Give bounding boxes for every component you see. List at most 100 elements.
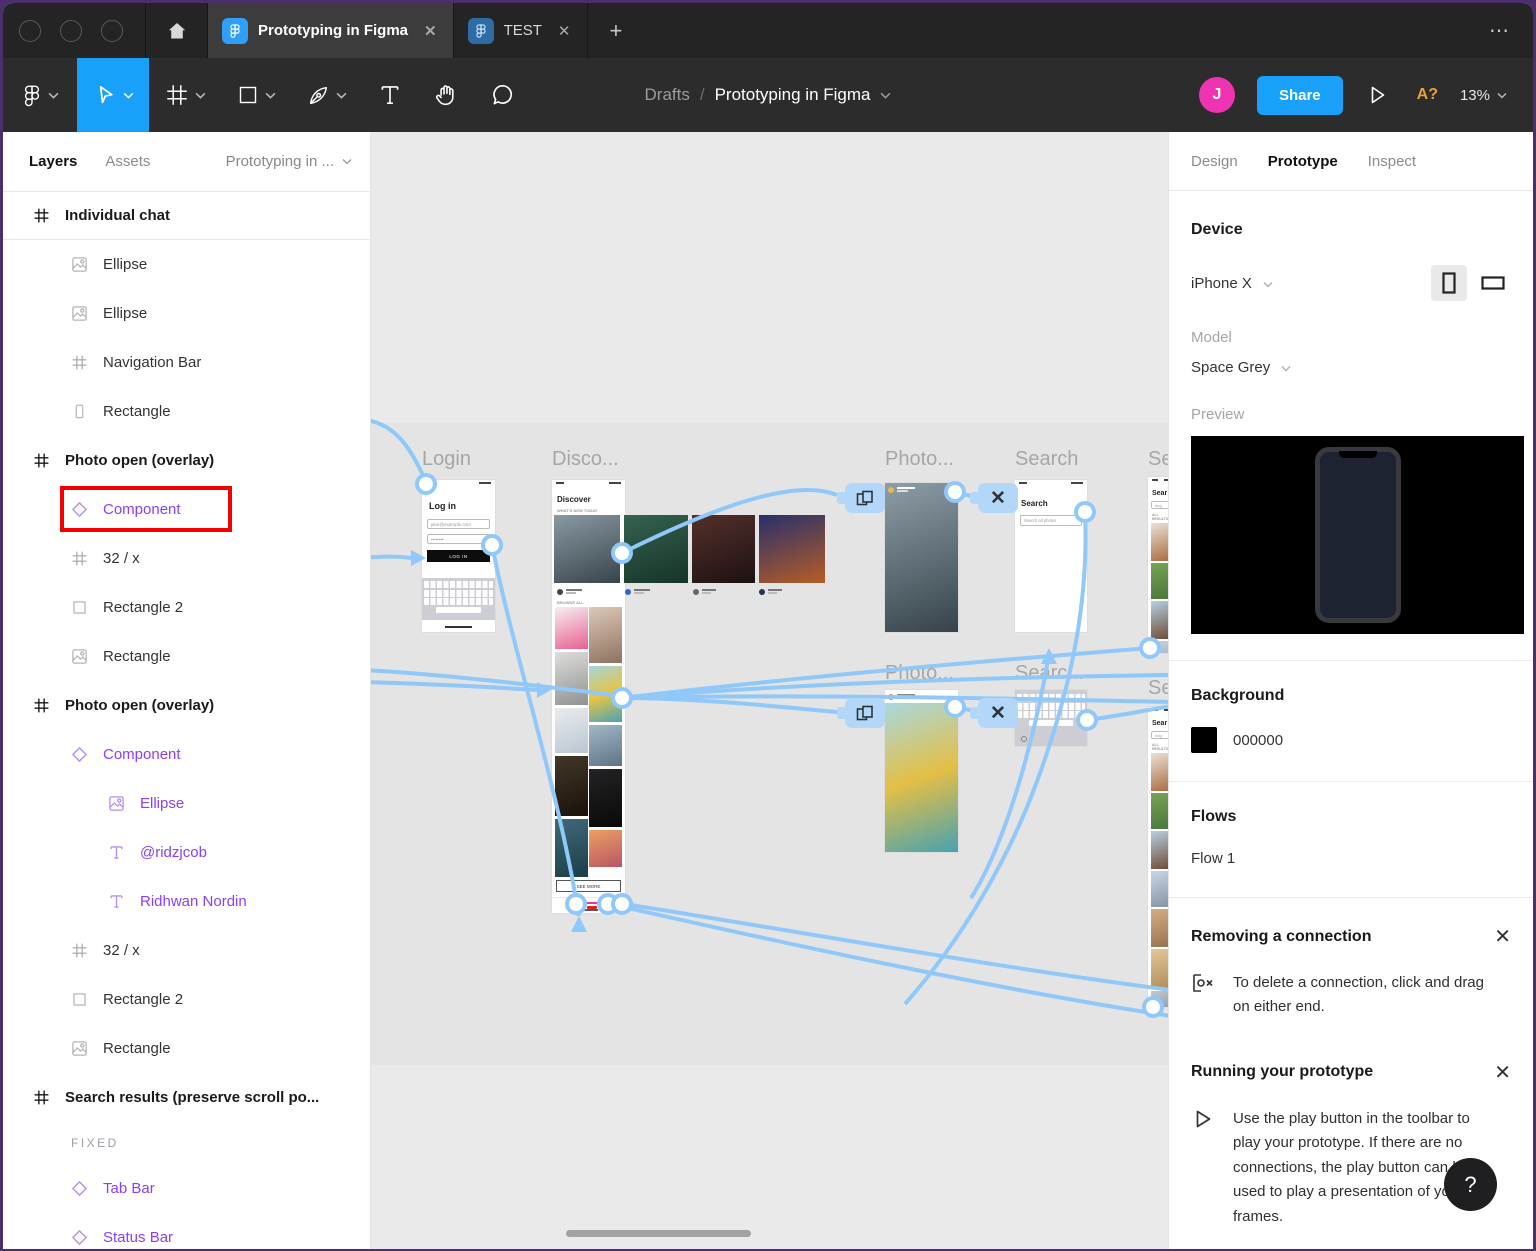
tab-layers[interactable]: Layers <box>29 153 77 170</box>
frame-photo-top[interactable] <box>885 483 958 632</box>
layer-row-32-x[interactable]: 32 / x <box>3 926 370 975</box>
see-more-button[interactable]: SEE MORE <box>556 880 621 892</box>
layer-row-32-x[interactable]: 32 / x <box>3 534 370 583</box>
layer-row-ellipse[interactable]: Ellipse <box>3 779 370 828</box>
close-connection-badge[interactable]: ✕ <box>970 483 1018 513</box>
breadcrumb-project[interactable]: Drafts <box>645 85 690 105</box>
shape-tool-button[interactable] <box>221 58 291 132</box>
layer-row-ellipse[interactable]: Ellipse <box>3 289 370 338</box>
component-icon <box>71 1229 88 1246</box>
frame-tool-button[interactable] <box>149 58 221 132</box>
layer-row-rectangle[interactable]: Rectangle <box>3 632 370 681</box>
layer-row-rectangle[interactable]: Rectangle <box>3 1024 370 1073</box>
layer-row-ellipse[interactable]: Ellipse <box>3 240 370 289</box>
password-field[interactable]: •••••••• <box>427 534 490 544</box>
frame-label-photo-top[interactable]: Photo... <box>885 448 954 471</box>
new-tab-button[interactable]: + <box>588 3 645 58</box>
frame-login[interactable]: Log in jane@example.com •••••••• LOG IN <box>422 480 495 632</box>
component-icon <box>71 746 88 763</box>
hand-tool-button[interactable] <box>418 58 475 132</box>
layer-row-rectangle-2[interactable]: Rectangle 2 <box>3 583 370 632</box>
chevron-down-icon[interactable] <box>880 92 891 99</box>
pen-tool-button[interactable] <box>291 58 362 132</box>
flow-item[interactable]: Flow 1 <box>1191 850 1511 867</box>
minimize-window-button[interactable] <box>60 19 82 42</box>
comment-tool-button[interactable] <box>475 58 531 132</box>
close-tab-icon[interactable]: ✕ <box>558 22 571 40</box>
layer-row-rectangle[interactable]: Rectangle <box>3 387 370 436</box>
tab-prototyping-in-figma[interactable]: Prototyping in Figma ✕ <box>208 3 454 58</box>
frame-label-se-top[interactable]: Se... <box>1148 448 1168 471</box>
help-button[interactable]: ? <box>1444 1158 1497 1211</box>
se-input[interactable]: dog <box>1151 731 1168 739</box>
frame-search-results-bottom[interactable]: Sear dog ALL RESULTS <box>1148 707 1168 1007</box>
image-icon <box>71 256 88 273</box>
layer-row-rectangle-2[interactable]: Rectangle 2 <box>3 975 370 1024</box>
overlay-badge[interactable] <box>837 698 885 728</box>
present-play-button[interactable] <box>1365 83 1389 107</box>
tab-prototype[interactable]: Prototype <box>1268 153 1338 170</box>
orientation-landscape-button[interactable] <box>1475 265 1511 301</box>
layer-row-photo-open-overlay[interactable]: Photo open (overlay) <box>3 436 370 485</box>
layer-row-individual-chat[interactable]: Individual chat <box>3 192 370 240</box>
file-title[interactable]: Prototyping in Figma <box>715 85 871 105</box>
layer-row-component[interactable]: Component <box>3 485 370 534</box>
frame-label-discover[interactable]: Disco... <box>552 448 619 471</box>
canvas[interactable]: Login Disco... Photo... Search Se... Pho… <box>371 132 1168 1249</box>
device-select[interactable]: iPhone X <box>1191 275 1273 292</box>
frame-label-search-kb[interactable]: Searc... <box>1015 662 1084 685</box>
frame-search-keyboard[interactable] <box>1015 690 1087 746</box>
layer-label: 32 / x <box>103 550 140 567</box>
frame-search-results-top[interactable]: Sear dog ALL RESULTS <box>1148 477 1168 653</box>
home-tab-button[interactable] <box>146 3 208 58</box>
overlay-badge[interactable] <box>837 483 885 513</box>
horizontal-scrollbar[interactable] <box>566 1230 751 1237</box>
close-connection-badge[interactable]: ✕ <box>970 698 1018 728</box>
missing-fonts-indicator[interactable]: A? <box>1417 86 1438 104</box>
tab-assets[interactable]: Assets <box>105 153 150 170</box>
text-tool-icon <box>381 86 399 104</box>
layer-row-navigation-bar[interactable]: Navigation Bar <box>3 338 370 387</box>
dismiss-tip-button[interactable]: ✕ <box>1494 924 1511 949</box>
layer-row-component[interactable]: Component <box>3 730 370 779</box>
photo-thumb <box>589 725 622 766</box>
frame-label-login[interactable]: Login <box>422 448 471 471</box>
avatar[interactable]: J <box>1198 77 1235 113</box>
share-button[interactable]: Share <box>1256 75 1343 115</box>
tab-test[interactable]: TEST ✕ <box>454 3 588 58</box>
frame-label-photo-dog[interactable]: Photo... <box>885 662 954 685</box>
window-overflow-menu-button[interactable]: ⋯ <box>1467 3 1533 58</box>
layer-label: Component <box>103 501 181 518</box>
dismiss-tip-button[interactable]: ✕ <box>1494 1060 1511 1085</box>
main-menu-button[interactable] <box>3 58 77 132</box>
layer-row-ridhwan-nordin[interactable]: Ridhwan Nordin <box>3 877 370 926</box>
tab-bar-accent <box>586 902 598 904</box>
close-tab-icon[interactable]: ✕ <box>424 22 437 40</box>
layer-row-status-bar[interactable]: Status Bar <box>3 1213 370 1249</box>
frame-label-search[interactable]: Search <box>1015 448 1078 471</box>
email-field[interactable]: jane@example.com <box>427 519 490 529</box>
whats-new-label: WHAT'S NEW TODAY <box>557 508 598 513</box>
page-selector[interactable]: Prototyping in ... <box>226 153 352 170</box>
zoom-level-control[interactable]: 13% <box>1460 87 1507 104</box>
frame-search[interactable]: Search Search all photos <box>1015 480 1087 632</box>
orientation-portrait-button[interactable] <box>1431 265 1467 301</box>
maximize-window-button[interactable] <box>101 19 123 42</box>
layer-row-search-results-preserve-scroll-po[interactable]: Search results (preserve scroll po... <box>3 1073 370 1122</box>
move-tool-button[interactable] <box>77 58 149 132</box>
tab-design[interactable]: Design <box>1191 153 1238 170</box>
text-tool-button[interactable] <box>362 58 418 132</box>
layer-row-ridzjcob[interactable]: @ridzjcob <box>3 828 370 877</box>
frame-photo-dog[interactable] <box>885 690 958 852</box>
model-select[interactable]: Space Grey <box>1191 359 1511 376</box>
tab-inspect[interactable]: Inspect <box>1368 153 1416 170</box>
se-input[interactable]: dog <box>1151 501 1168 509</box>
background-color-swatch[interactable] <box>1191 727 1217 753</box>
close-window-button[interactable] <box>19 19 41 42</box>
layer-row-photo-open-overlay[interactable]: Photo open (overlay) <box>3 681 370 730</box>
layer-row-tab-bar[interactable]: Tab Bar <box>3 1164 370 1213</box>
search-input[interactable]: Search all photos <box>1020 515 1082 526</box>
login-button[interactable]: LOG IN <box>427 550 490 562</box>
frame-label-se-bottom[interactable]: Se... <box>1148 677 1168 700</box>
background-hex-value[interactable]: 000000 <box>1233 732 1283 749</box>
